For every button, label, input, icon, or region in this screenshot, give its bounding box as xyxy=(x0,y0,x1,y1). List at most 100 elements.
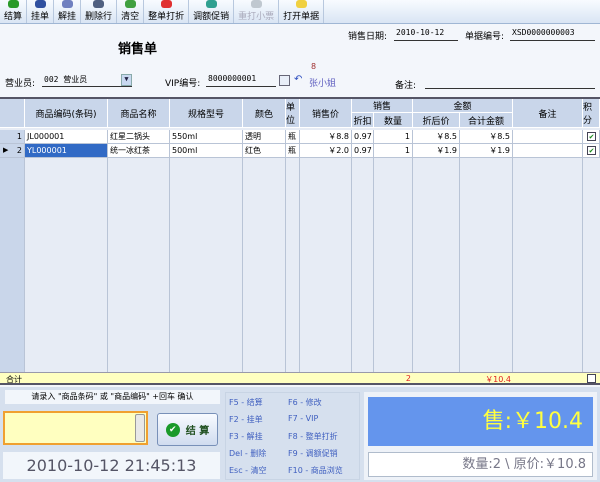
grid-line xyxy=(169,158,170,374)
cell-points[interactable]: ✔ xyxy=(583,130,600,144)
total-points-checkbox[interactable] xyxy=(587,374,596,383)
cell-total[interactable]: ￥8.5 xyxy=(460,130,513,144)
toolbar-button-5[interactable]: 整单打折 xyxy=(144,0,190,23)
shortcut-hint: F5 - 结算 xyxy=(229,398,263,407)
shortcut-hint: F10 - 商品浏览 xyxy=(288,466,343,475)
cell-discount[interactable]: 0.97 xyxy=(352,130,374,144)
toolbar-button-4[interactable]: 清空 xyxy=(117,0,145,23)
no-label: 单据编号: xyxy=(465,32,505,42)
no-field[interactable]: XSD0000000003 xyxy=(510,28,595,41)
header-color: 颜色 xyxy=(243,99,286,128)
cell-disc_price[interactable]: ￥1.9 xyxy=(413,144,460,158)
lookup-button[interactable] xyxy=(135,414,145,442)
undo-icon[interactable]: ↶ xyxy=(294,74,302,85)
cell-disc_price[interactable]: ￥8.5 xyxy=(413,130,460,144)
heart-icon xyxy=(160,0,172,8)
page-title: 销售单 xyxy=(118,42,158,57)
toolbar-label: 挂单 xyxy=(31,12,50,22)
cell-discount[interactable]: 0.97 xyxy=(352,144,374,158)
grid-line xyxy=(299,158,300,374)
header-unit: 单位 xyxy=(286,99,300,128)
toolbar-label: 解挂 xyxy=(58,12,77,22)
toolbar-button-1[interactable]: 挂单 xyxy=(27,0,55,23)
cell-code[interactable]: JL000001 xyxy=(25,130,108,144)
chevron-down-icon[interactable]: ▼ xyxy=(121,74,132,86)
delete-row-icon xyxy=(93,0,105,8)
clerk-label: 营业员: xyxy=(5,79,36,89)
cell-unit[interactable]: 瓶 xyxy=(286,144,300,158)
datetime-display: 2010-10-12 21:45:13 xyxy=(3,452,220,479)
sales-grid: 商品编码(条码) 商品名称 规格型号 颜色 单位 销售价 备注 积分 销售 折扣 数量 金额 折后价 合计… xyxy=(0,97,600,374)
clerk-value: 002 营业员 xyxy=(44,75,88,84)
vip-points: 8 xyxy=(311,62,317,71)
header-qty: 数量 xyxy=(374,113,413,128)
vip-lookup-icon[interactable] xyxy=(279,75,290,86)
note-field[interactable] xyxy=(425,76,595,89)
toolbar-button-3[interactable]: 删除行 xyxy=(81,0,118,23)
shortcut-hint: F9 - 调额促销 xyxy=(288,449,338,458)
header-disc-price: 折后价 xyxy=(413,113,460,128)
points-checkbox[interactable]: ✔ xyxy=(587,132,596,141)
cell-spec[interactable]: 550ml xyxy=(170,130,243,144)
toolbar-label: 清空 xyxy=(121,12,140,22)
cell-color[interactable]: 红色 xyxy=(243,144,286,158)
toolbar-button-8[interactable]: 打开单据 xyxy=(279,0,325,23)
points-checkbox[interactable]: ✔ xyxy=(587,146,596,155)
header-spec: 规格型号 xyxy=(170,99,243,128)
cell-price[interactable]: ￥2.0 xyxy=(300,144,352,158)
grid-line xyxy=(412,158,413,374)
input-hint: 请录入 "商品条码" 或 "商品编码" +回车 确认 xyxy=(5,390,220,404)
note-label: 备注: xyxy=(395,81,417,91)
cell-unit[interactable]: 瓶 xyxy=(286,130,300,144)
header-amount: 金额 xyxy=(413,99,513,113)
toolbar-button-0[interactable]: 结算 xyxy=(0,0,28,23)
cell-qty[interactable]: 1 xyxy=(374,130,413,144)
cell-qty[interactable]: 1 xyxy=(374,144,413,158)
date-field[interactable]: 2010-10-12 xyxy=(394,28,458,41)
toolbar-button-6[interactable]: 调额促销 xyxy=(189,0,235,23)
current-row-icon: ▶ xyxy=(3,146,9,154)
cell-price[interactable]: ￥8.8 xyxy=(300,130,352,144)
toolbar-label: 整单打折 xyxy=(148,12,185,22)
save-icon xyxy=(34,0,46,8)
check-icon: ✔ xyxy=(165,422,180,437)
row-header-corner xyxy=(0,99,25,128)
shortcut-panel: F5 - 结算 F6 - 修改 F2 - 挂单 F7 - VIP F3 - 解挂 F8 -… xyxy=(225,392,360,480)
grid-line xyxy=(351,158,352,374)
toolbar-label: 删除行 xyxy=(85,12,113,22)
settle-label: 结 算 xyxy=(185,426,210,437)
vip-field[interactable]: 8000000001 xyxy=(206,74,276,87)
cell-points[interactable]: ✔ xyxy=(583,144,600,158)
barcode-input[interactable] xyxy=(3,411,148,445)
cell-total[interactable]: ￥1.9 xyxy=(460,144,513,158)
settle-button[interactable]: ✔ 结 算 xyxy=(157,413,218,446)
shortcut-hint: F8 - 整单打折 xyxy=(288,432,338,441)
box-icon xyxy=(205,0,217,8)
cell-color[interactable]: 透明 xyxy=(243,130,286,144)
grid-line xyxy=(242,158,243,374)
cell-idx: ▶ 2 xyxy=(0,144,25,158)
grid-line xyxy=(285,158,286,374)
toolbar-label: 打开单据 xyxy=(283,12,320,22)
cell-code[interactable]: YL000001 xyxy=(25,144,108,158)
cell-remark[interactable] xyxy=(513,130,583,144)
cell-spec[interactable]: 500ml xyxy=(170,144,243,158)
cell-name[interactable]: 红星二锅头 xyxy=(108,130,170,144)
clerk-select[interactable]: 002 营业员 ▼ xyxy=(42,74,132,87)
shortcut-hint: F7 - VIP xyxy=(288,414,319,423)
shortcut-hint: Del - 删除 xyxy=(229,449,267,458)
toolbar-label: 重打小票 xyxy=(238,12,275,22)
sale-total: 售:￥10.4 xyxy=(368,397,593,446)
total-amount: ￥10.4 xyxy=(485,375,511,384)
row-index: 2 xyxy=(16,146,22,155)
vip-name: 张小姐 xyxy=(309,79,337,89)
cell-name[interactable]: 统一冰红茶 xyxy=(108,144,170,158)
toolbar: 结算 挂单 解挂 删除行 清空 整单打折 调额促销 重打小票 打开单据 xyxy=(0,0,600,24)
folder-icon xyxy=(295,0,307,8)
shortcut-hint: F2 - 挂单 xyxy=(229,415,263,424)
toolbar-button-2[interactable]: 解挂 xyxy=(54,0,82,23)
shortcut-hint: F6 - 修改 xyxy=(288,398,322,407)
cell-remark[interactable] xyxy=(513,144,583,158)
grid-line xyxy=(373,158,374,374)
grid-line xyxy=(512,158,513,374)
